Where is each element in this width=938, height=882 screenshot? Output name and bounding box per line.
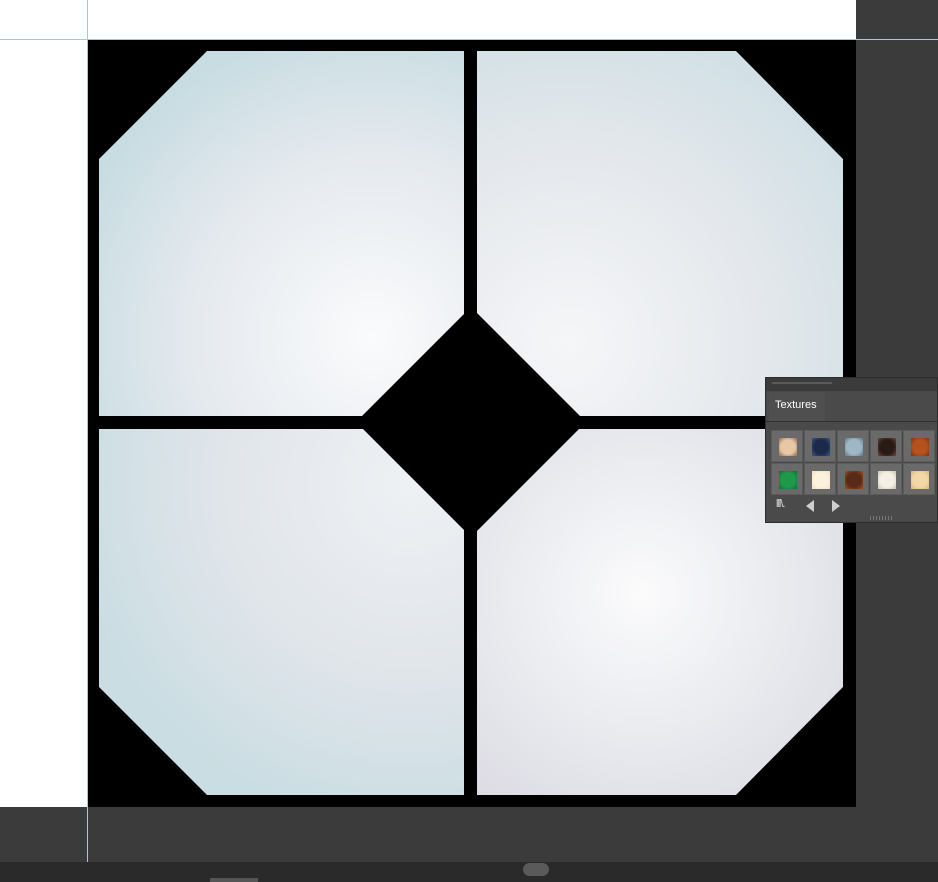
vertical-guide[interactable] <box>87 0 88 862</box>
previous-arrow-icon[interactable] <box>806 500 814 512</box>
texture-swatch-3[interactable] <box>837 430 869 462</box>
texture-swatch-6-preview <box>779 471 797 489</box>
scrollbar-thumb[interactable] <box>523 863 549 876</box>
tab-divider <box>766 421 937 422</box>
scrollbar-marker <box>210 878 258 882</box>
texture-swatch-7-preview <box>812 471 830 489</box>
pane-top-right <box>477 51 843 416</box>
texture-swatch-3-preview <box>845 438 863 456</box>
texture-swatch-2[interactable] <box>804 430 836 462</box>
pasteboard-bottom <box>0 807 856 862</box>
texture-swatch-8[interactable] <box>837 463 869 495</box>
pane-top-left <box>99 51 464 416</box>
texture-swatch-5[interactable] <box>903 430 935 462</box>
texture-swatch-1-preview <box>779 438 797 456</box>
next-arrow-icon[interactable] <box>832 500 840 512</box>
pane-bottom-left <box>99 429 464 795</box>
horizontal-scrollbar[interactable] <box>0 862 938 882</box>
panel-footer: lll\. <box>766 496 937 514</box>
texture-swatch-9-preview <box>878 471 896 489</box>
panel-resize-handle[interactable] <box>870 516 892 520</box>
texture-swatch-1[interactable] <box>771 430 803 462</box>
texture-swatch-4-preview <box>878 438 896 456</box>
texture-swatch-4[interactable] <box>870 430 902 462</box>
horizontal-guide[interactable] <box>0 39 938 40</box>
texture-swatch-5-preview <box>911 438 929 456</box>
libraries-icon[interactable]: lll\. <box>776 498 786 510</box>
texture-swatch-2-preview <box>812 438 830 456</box>
texture-swatch-8-preview <box>845 471 863 489</box>
panel-title-bar[interactable] <box>766 378 937 391</box>
artboard[interactable] <box>88 39 856 807</box>
panel-grip[interactable] <box>772 382 832 384</box>
window-artwork <box>88 39 856 807</box>
texture-swatch-7[interactable] <box>804 463 836 495</box>
texture-swatch-9[interactable] <box>870 463 902 495</box>
textures-panel[interactable]: Textures lll\. <box>765 377 938 523</box>
tab-textures[interactable]: Textures <box>769 392 825 422</box>
texture-swatch-10[interactable] <box>903 463 935 495</box>
texture-swatch-6[interactable] <box>771 463 803 495</box>
texture-swatch-10-preview <box>911 471 929 489</box>
